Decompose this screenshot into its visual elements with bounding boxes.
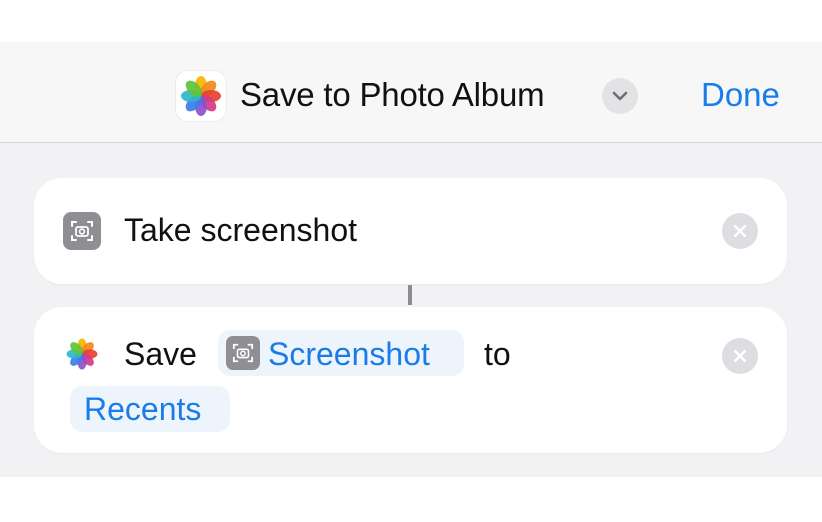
- variable-label: Screenshot: [268, 336, 430, 372]
- chevron-down-icon: [612, 91, 628, 101]
- photos-icon: [176, 71, 226, 121]
- remove-action-button[interactable]: [722, 338, 758, 374]
- close-icon: [733, 349, 747, 363]
- bottom-area: [0, 477, 822, 522]
- album-label: Recents: [84, 391, 202, 427]
- screenshot-icon: [63, 212, 101, 250]
- top-spacer: [0, 0, 822, 42]
- action-connector: [408, 285, 412, 305]
- screenshot-icon: [226, 336, 260, 370]
- action-preposition: to: [484, 336, 511, 372]
- title-menu-button[interactable]: [602, 78, 638, 114]
- action-verb: Save: [124, 336, 197, 372]
- done-button[interactable]: Done: [701, 76, 780, 114]
- action-label: Take screenshot: [124, 212, 358, 248]
- shortcut-title[interactable]: Save to Photo Album: [240, 76, 545, 114]
- photos-icon: [63, 335, 101, 373]
- remove-action-button[interactable]: [722, 213, 758, 249]
- close-icon: [733, 224, 747, 238]
